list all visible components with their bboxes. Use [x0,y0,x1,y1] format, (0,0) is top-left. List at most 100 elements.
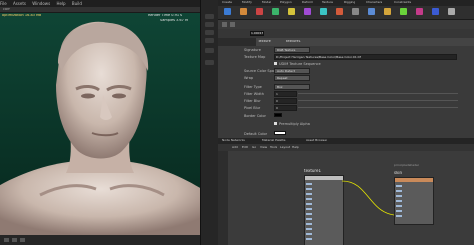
node-connection-wire [341,180,395,216]
param-row: Filter Width 1 [218,90,474,97]
udim-checkbox[interactable] [274,62,277,65]
camera-icon[interactable] [20,238,25,242]
forward-arrow-icon[interactable] [230,22,235,27]
handle-tool-icon[interactable] [205,48,214,53]
menu-help[interactable]: Help [56,0,65,7]
shelf-tool-icon[interactable] [400,8,407,15]
shelf-tab-model[interactable]: Model [262,1,271,4]
node-type-label: Texture [258,40,271,43]
dimension-value: 1.00017 [251,32,264,35]
bust-render-image [0,13,200,235]
param-label: Filter Type [244,85,262,89]
network-editor[interactable]: texture1 skin principledshader [218,151,474,245]
shelf-tool-icon[interactable] [352,8,359,15]
shelf-tool-icon[interactable] [224,8,231,15]
param-slider[interactable] [298,107,458,108]
network-menu-add[interactable]: Add [232,146,238,149]
shelf-tab-polygon[interactable]: Polygon [280,1,292,4]
param-label: Border Color [244,114,266,118]
menu-assets[interactable]: Assets [13,0,26,7]
param-label: Default Color [244,132,268,136]
default-color-swatch[interactable] [274,131,286,135]
param-label: Wrap [244,76,254,80]
shelf-tool-icon[interactable] [272,8,279,15]
grid-icon[interactable] [12,238,17,242]
shelf-tool-icon[interactable] [336,8,343,15]
menu-windows[interactable]: Windows [32,0,50,7]
viewport-tool-strip [200,0,218,245]
parameter-toolbar: 1.00017 [218,29,474,38]
shelf-tab-modify[interactable]: Modify [242,1,252,4]
param-row: Premultiply Alpha [218,120,474,127]
node-name-label[interactable]: texture1 [286,40,301,44]
scale-tool-icon[interactable] [205,38,214,43]
param-label: Source Color Space [244,69,279,73]
param-value-button[interactable]: Repeat [274,75,310,81]
tab-material-palette[interactable]: Material Palette [262,139,286,142]
param-row: Default Color [218,130,474,137]
viewport-stats-label: optimization 16.83 MB [2,14,42,17]
viewport-3d[interactable]: optimization 16.83 MB Render Time 0.91 s… [0,13,200,235]
snap-icon[interactable] [4,238,9,242]
shelf-tool-icon[interactable] [240,8,247,15]
shelf-tool-icon[interactable] [432,8,439,15]
shelf-tools [218,6,474,20]
tab-node-networks[interactable]: Node Networks [222,139,245,142]
param-row: Border Color [218,112,474,119]
shelf-tool-icon[interactable] [256,8,263,15]
shelf-tab-constraints[interactable]: Constraints [394,1,411,4]
shelf-tool-icon[interactable] [448,8,455,15]
network-menu-layout[interactable]: Layout [280,146,290,149]
param-label: UDIM Texture Sequence [279,62,321,66]
shelf-tool-icon[interactable] [320,8,327,15]
network-menu-go[interactable]: Go [252,146,256,149]
shelf-tab-rigging[interactable]: Rigging [344,1,355,4]
shelf-tool-icon[interactable] [368,8,375,15]
view-tool-icon[interactable] [205,60,214,65]
param-row: Signature RGB Texture [218,46,474,53]
param-slider[interactable] [298,93,458,94]
shelf-tab-create[interactable]: Create [222,1,232,4]
shelf-tool-icon[interactable] [416,8,423,15]
parameter-node-header: Texture texture1 [256,38,474,46]
rotate-tool-icon[interactable] [205,30,214,35]
param-row: Pixel Blur 0 [218,104,474,111]
render-samples-label: Samples 3.67 M [160,19,188,22]
network-menu-view[interactable]: View [260,146,267,149]
viewport-bottom-toolbar [0,235,200,245]
select-tool-icon[interactable] [205,14,214,19]
shelf-tab-deform[interactable]: Deform [302,1,313,4]
tab-asset-browser[interactable]: Asset Browser [306,139,327,142]
shelf-tab-texture[interactable]: Texture [322,1,333,4]
render-time-label: Render Time 0.91 s [148,14,182,17]
param-row: Filter Blur 0 [218,97,474,104]
param-label: Premultiply Alpha [279,122,310,126]
param-label: Filter Width [244,92,264,96]
network-menu-help[interactable]: Help [292,146,299,149]
menu-file[interactable]: File [0,0,7,7]
parameter-pane-header [218,20,474,29]
shelf-tab-characters[interactable]: Characters [366,1,382,4]
param-row: Wrap Repeat [218,74,474,81]
back-arrow-icon[interactable] [222,22,227,27]
param-row: Texture Map D:/Project Harrigan Textures… [218,53,474,60]
menu-build[interactable]: Build [72,0,82,7]
param-label: Filter Blur [244,99,261,103]
viewport-camera-label[interactable]: cam [3,8,10,12]
shelf-tool-icon[interactable] [304,8,311,15]
network-menu-edit[interactable]: Edit [242,146,248,149]
border-color-swatch[interactable] [274,113,282,117]
param-label: Pixel Blur [244,106,261,110]
menu-bar: File Assets Windows Help Build [0,0,200,7]
param-slider[interactable] [298,100,458,101]
shelf-tool-icon[interactable] [288,8,295,15]
move-tool-icon[interactable] [205,22,214,27]
param-row: UDIM Texture Sequence [218,60,474,67]
premultiply-checkbox[interactable] [274,122,277,125]
param-value-field[interactable]: 0 [274,105,297,111]
param-label: Texture Map [244,55,266,59]
network-menu-tools[interactable]: Tools [270,146,277,149]
shelf-tool-icon[interactable] [384,8,391,15]
param-label: Signature [244,48,261,52]
param-row: Filter Type Box [218,83,474,90]
